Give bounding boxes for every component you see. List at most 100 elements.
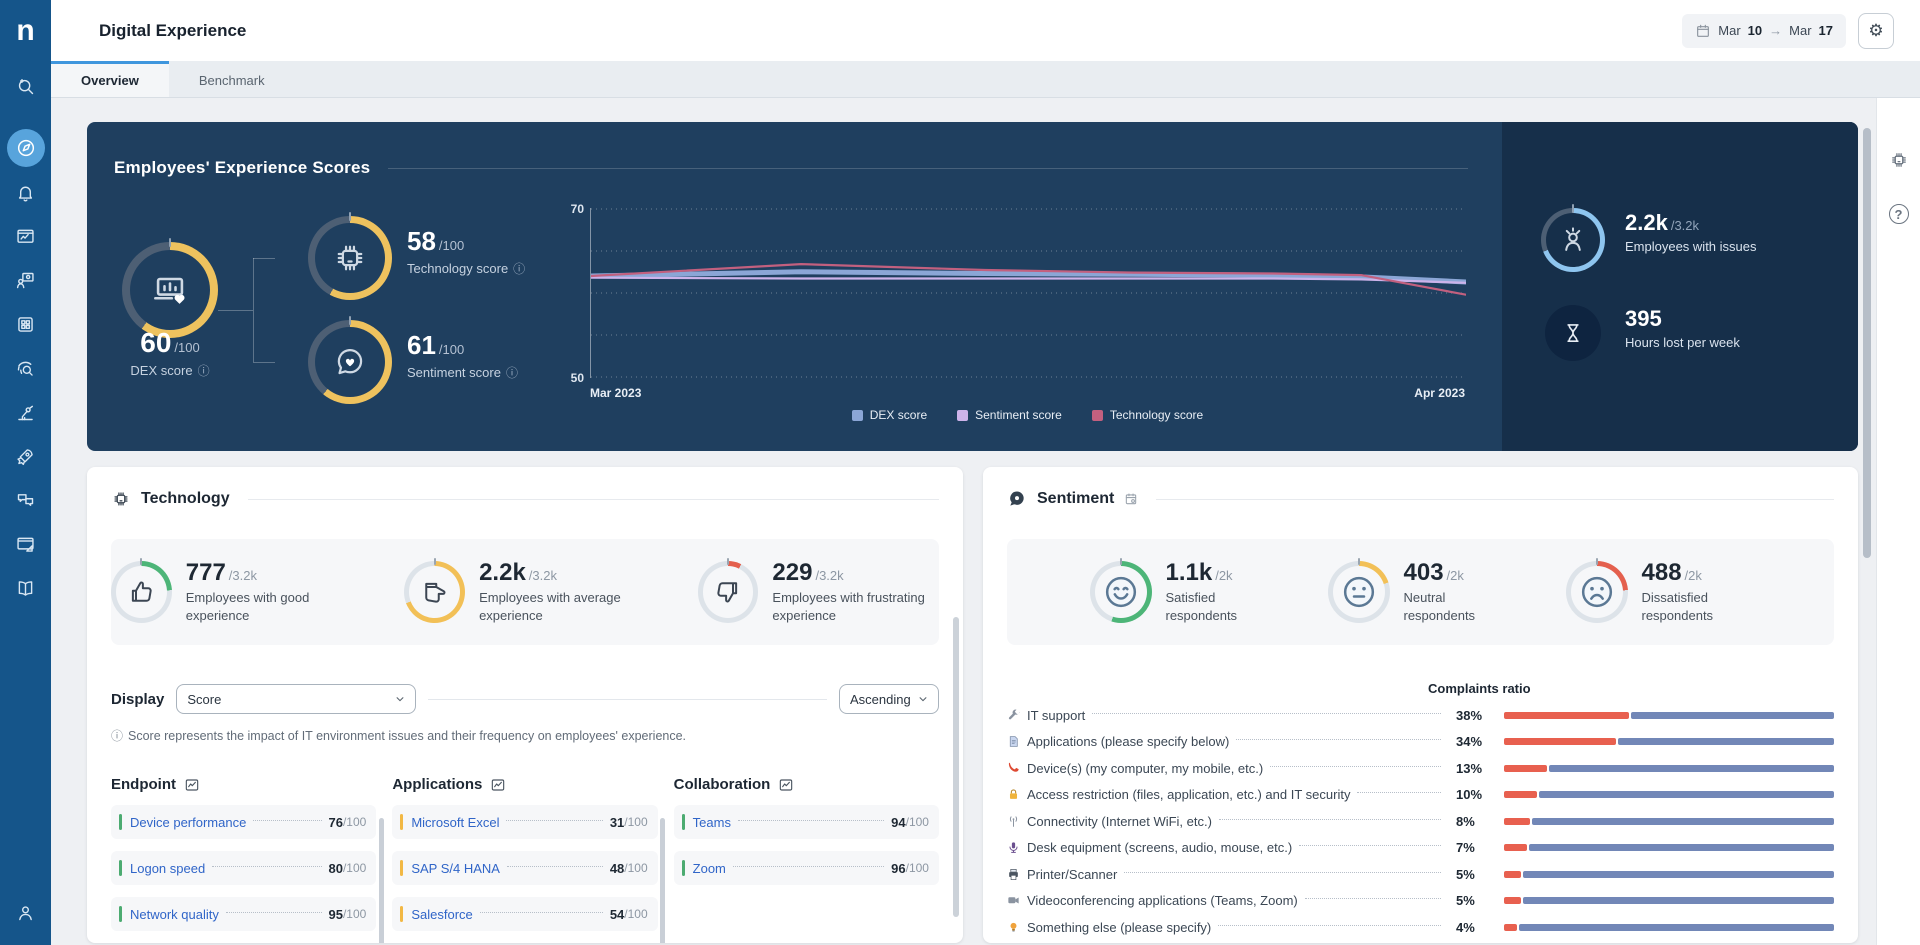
camera-icon: [1007, 894, 1027, 907]
sidebar-item-applications[interactable]: [7, 305, 45, 343]
tab-overview[interactable]: Overview: [51, 61, 169, 97]
dotted-leader: [212, 866, 321, 867]
complaint-label: Applications (please specify below): [1027, 734, 1229, 749]
sidebar-item-alerts[interactable]: [7, 173, 45, 211]
list-item: Teams94/100: [674, 805, 939, 839]
sidebar-item-training[interactable]: [7, 261, 45, 299]
item-score: 80: [329, 861, 343, 876]
item-score: 31: [610, 815, 624, 830]
date-to-month: Mar: [1789, 23, 1811, 38]
hero-title: Employees' Experience Scores: [114, 158, 370, 178]
item-link[interactable]: Zoom: [693, 861, 726, 876]
sidebar-item-library[interactable]: [7, 569, 45, 607]
x-axis-label-end: Apr 2023: [1414, 386, 1465, 400]
complaint-ratio-bar: [1504, 765, 1834, 772]
device-chip-icon[interactable]: [1889, 150, 1909, 170]
main-scrollbar[interactable]: [1863, 128, 1871, 558]
item-score: 95: [329, 907, 343, 922]
card-scrollbar[interactable]: [953, 617, 959, 917]
technology-score-value: 58: [407, 226, 436, 257]
sort-by-select[interactable]: Score: [176, 684, 416, 714]
dissatisfied-gauge: [1566, 561, 1628, 623]
technology-stats-strip: 777/3.2kEmployees with good experience 2…: [111, 539, 939, 645]
book-icon: [15, 578, 36, 599]
lock-icon: [1007, 788, 1027, 801]
collaboration-column: Collaboration Teams94/100 Zoom96/100: [674, 776, 939, 943]
settings-button[interactable]: ⚙: [1858, 13, 1894, 49]
item-link[interactable]: Microsoft Excel: [411, 815, 499, 830]
complaint-pct: 10%: [1456, 787, 1496, 802]
sidebar-item-adopt[interactable]: [7, 437, 45, 475]
sidebar: n: [0, 0, 51, 945]
stat-label: Satisfied respondents: [1166, 589, 1276, 624]
sidebar-item-profile[interactable]: [7, 893, 45, 931]
sidebar-item-digital-experience[interactable]: [7, 129, 45, 167]
complaint-ratio-bar: [1504, 791, 1834, 798]
sort-order-select[interactable]: Ascending: [839, 684, 939, 714]
hours-label: Hours lost per week: [1625, 335, 1740, 350]
sidebar-item-investigations[interactable]: [7, 349, 45, 387]
info-icon[interactable]: ⓘ: [198, 362, 210, 379]
applications-column: Applications Microsoft Excel31/100 SAP S…: [392, 776, 657, 943]
item-link[interactable]: Logon speed: [130, 861, 205, 876]
stat-dissatisfied: 488/2kDissatisfied respondents: [1566, 559, 1752, 624]
legend-item-sentiment[interactable]: Sentiment score: [957, 408, 1062, 422]
dashboard-chart-icon: [15, 226, 36, 247]
user-icon: [15, 902, 36, 923]
item-link[interactable]: Teams: [693, 815, 731, 830]
dotted-leader: [506, 820, 602, 821]
trend-chart-icon[interactable]: [778, 777, 794, 793]
item-link[interactable]: SAP S/4 HANA: [411, 861, 500, 876]
complaint-pct: 5%: [1456, 867, 1496, 882]
tab-bar: Overview Benchmark: [51, 61, 1920, 98]
column-scrollbar[interactable]: [660, 818, 665, 943]
item-link[interactable]: Device performance: [130, 815, 246, 830]
endpoint-column-title: Endpoint: [111, 776, 176, 793]
complaint-pct: 5%: [1456, 893, 1496, 908]
hourglass-icon: [1560, 320, 1586, 346]
hours-lost-block: 395 Hours lost per week: [1625, 306, 1740, 350]
sidebar-item-automation[interactable]: [7, 393, 45, 431]
legend-item-technology[interactable]: Technology score: [1092, 408, 1203, 422]
list-item: Microsoft Excel31/100: [392, 805, 657, 839]
info-icon[interactable]: ⓘ: [513, 260, 525, 277]
info-icon[interactable]: ⓘ: [506, 364, 518, 381]
complaint-pct: 8%: [1456, 814, 1496, 829]
nexthink-logo[interactable]: n: [0, 0, 51, 61]
sidebar-item-engage[interactable]: [7, 481, 45, 519]
trend-chart-icon[interactable]: [184, 777, 200, 793]
sidebar-item-campaigns[interactable]: [7, 525, 45, 563]
complaint-ratio-bar: [1504, 844, 1834, 851]
thumb-up-icon: [126, 577, 156, 607]
complaint-ratio-bar: [1504, 818, 1834, 825]
item-link[interactable]: Salesforce: [411, 907, 472, 922]
date-range-picker[interactable]: Mar 10 → Mar 17: [1682, 14, 1846, 48]
complaint-label: Access restriction (files, application, …: [1027, 787, 1350, 802]
complaint-row: Access restriction (files, application, …: [1007, 782, 1834, 809]
list-item: Network quality95/100: [111, 897, 376, 931]
sidebar-item-dashboards[interactable]: [7, 217, 45, 255]
legend-item-dex[interactable]: DEX score: [852, 408, 927, 422]
connector-line: [253, 362, 275, 363]
stat-average-experience: 2.2k/3.2kEmployees with average experien…: [404, 559, 645, 624]
status-bar: [400, 860, 403, 876]
trend-chart-icon[interactable]: [490, 777, 506, 793]
item-link[interactable]: Network quality: [130, 907, 219, 922]
complaint-label: IT support: [1027, 708, 1085, 723]
dotted-leader: [480, 912, 603, 913]
complaint-ratio-bar: [1504, 897, 1834, 904]
gauge-tick: [1572, 204, 1574, 213]
item-score-max: /100: [906, 815, 929, 829]
bell-icon: [15, 182, 36, 203]
stat-total: /2k: [1215, 568, 1232, 583]
divider: [1156, 499, 1834, 500]
help-icon[interactable]: ?: [1889, 204, 1909, 224]
column-scrollbar[interactable]: [379, 818, 384, 943]
sidebar-item-search[interactable]: [7, 67, 45, 105]
gauge-tick: [349, 212, 351, 221]
gauge-tick: [169, 238, 171, 247]
display-label: Display: [111, 691, 164, 708]
x-axis-label-start: Mar 2023: [590, 386, 641, 400]
survey-settings-icon[interactable]: [1124, 492, 1138, 506]
tab-benchmark[interactable]: Benchmark: [169, 61, 295, 97]
